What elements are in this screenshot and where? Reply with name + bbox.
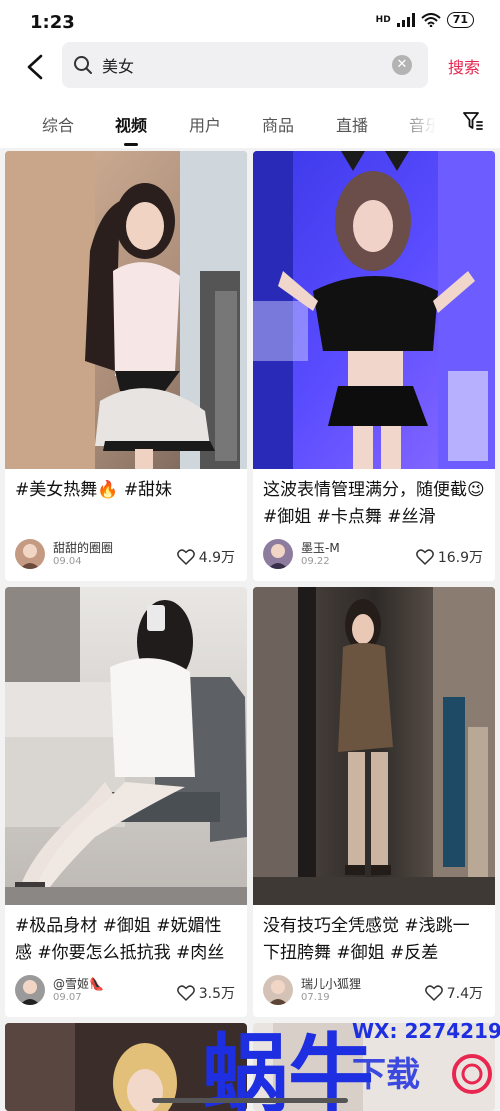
like-count[interactable]: 3.5万 — [176, 983, 235, 1003]
back-arrow-icon — [27, 54, 43, 80]
like-count[interactable]: 7.4万 — [424, 983, 483, 1003]
avatar[interactable] — [15, 975, 45, 1005]
tab-products[interactable]: 商品 — [262, 112, 294, 136]
author-info[interactable]: @雪姬👠 09.07 — [15, 975, 104, 1005]
back-button[interactable] — [18, 48, 52, 86]
tab-comprehensive[interactable]: 综合 — [42, 112, 74, 136]
post-date: 09.22 — [301, 555, 330, 567]
battery-icon: 71 — [446, 12, 474, 28]
video-title: #极品身材 #御姐 #妩媚性感 #你要怎么抵抗我 #肉丝 — [15, 916, 225, 963]
video-title: #美女热舞🔥 #甜妹 — [15, 480, 173, 500]
category-tabs: 综合 视频 用户 商品 直播 音乐 — [0, 92, 500, 148]
author-name: @雪姬👠 — [53, 976, 104, 991]
avatar[interactable] — [15, 539, 45, 569]
heart-icon — [415, 549, 434, 565]
author-info[interactable]: 甜甜的圈圈 09.04 — [15, 539, 113, 569]
home-indicator[interactable] — [152, 1098, 348, 1103]
filter-icon[interactable] — [462, 110, 484, 132]
watermark-subtext: 下载 — [352, 1055, 420, 1095]
clear-icon[interactable]: ✕ — [392, 55, 412, 75]
author-info[interactable]: 墨玉-M 09.22 — [263, 539, 340, 569]
author-name: 瑞儿小狐狸 — [301, 976, 362, 991]
like-count-value: 4.9万 — [198, 550, 235, 566]
video-card[interactable]: #极品身材 #御姐 #妩媚性感 #你要怎么抵抗我 #肉丝 @雪姬👠 09.07 … — [5, 587, 247, 1017]
video-title: 没有技巧全凭感觉 #浅跳一下扭胯舞 #御姐 #反差 — [263, 916, 470, 963]
avatar[interactable] — [263, 975, 293, 1005]
like-count-value: 3.5万 — [198, 986, 235, 1002]
search-header: 美女 ✕ 搜索 — [0, 42, 500, 92]
heart-icon — [176, 549, 195, 565]
wifi-icon — [421, 13, 441, 27]
tab-live[interactable]: 直播 — [336, 112, 368, 136]
author-info[interactable]: 瑞儿小狐狸 07.19 — [263, 975, 361, 1005]
network-label: HD — [375, 15, 391, 25]
video-card[interactable]: 这波表情管理满分，随便截😉 #御姐 #卡点舞 #丝滑 墨玉-M 09.22 16… — [253, 151, 495, 581]
search-input[interactable]: 美女 ✕ — [62, 42, 428, 88]
status-time: 1:23 — [30, 12, 75, 33]
watermark-contact: WX: 2274219 — [352, 1019, 500, 1043]
active-tab-indicator — [124, 143, 138, 146]
video-thumbnail[interactable] — [253, 587, 495, 905]
heart-icon — [176, 985, 195, 1001]
post-date: 07.19 — [301, 991, 330, 1003]
post-date: 09.07 — [53, 991, 82, 1003]
video-card[interactable]: 没有技巧全凭感觉 #浅跳一下扭胯舞 #御姐 #反差 瑞儿小狐狸 07.19 7.… — [253, 587, 495, 1017]
tab-video[interactable]: 视频 — [115, 112, 147, 136]
video-thumbnail[interactable] — [5, 151, 247, 469]
search-icon — [72, 54, 94, 76]
post-date: 09.04 — [53, 555, 82, 567]
search-submit-button[interactable]: 搜索 — [448, 54, 480, 78]
like-count-value: 16.9万 — [437, 550, 483, 566]
signal-icon — [396, 13, 415, 27]
search-query[interactable]: 美女 — [102, 53, 392, 77]
like-count-value: 7.4万 — [446, 986, 483, 1002]
video-title: 这波表情管理满分，随便截😉 #御姐 #卡点舞 #丝滑 — [263, 480, 485, 527]
author-name: 甜甜的圈圈 — [53, 540, 114, 555]
tab-users[interactable]: 用户 — [189, 112, 221, 136]
video-thumbnail[interactable] — [5, 587, 247, 905]
watermark-logo: 蜗牛 WX: 2274219 下载 — [202, 1019, 500, 1111]
status-icons: HD 71 — [376, 12, 474, 28]
heart-icon — [424, 985, 443, 1001]
like-count[interactable]: 16.9万 — [415, 547, 483, 567]
like-count[interactable]: 4.9万 — [176, 547, 235, 567]
author-name: 墨玉-M — [301, 540, 340, 555]
video-card[interactable]: #美女热舞🔥 #甜妹 甜甜的圈圈 09.04 4.9万 — [5, 151, 247, 581]
status-bar: 1:23 HD 71 — [0, 0, 500, 42]
video-thumbnail[interactable] — [253, 151, 495, 469]
avatar[interactable] — [263, 539, 293, 569]
